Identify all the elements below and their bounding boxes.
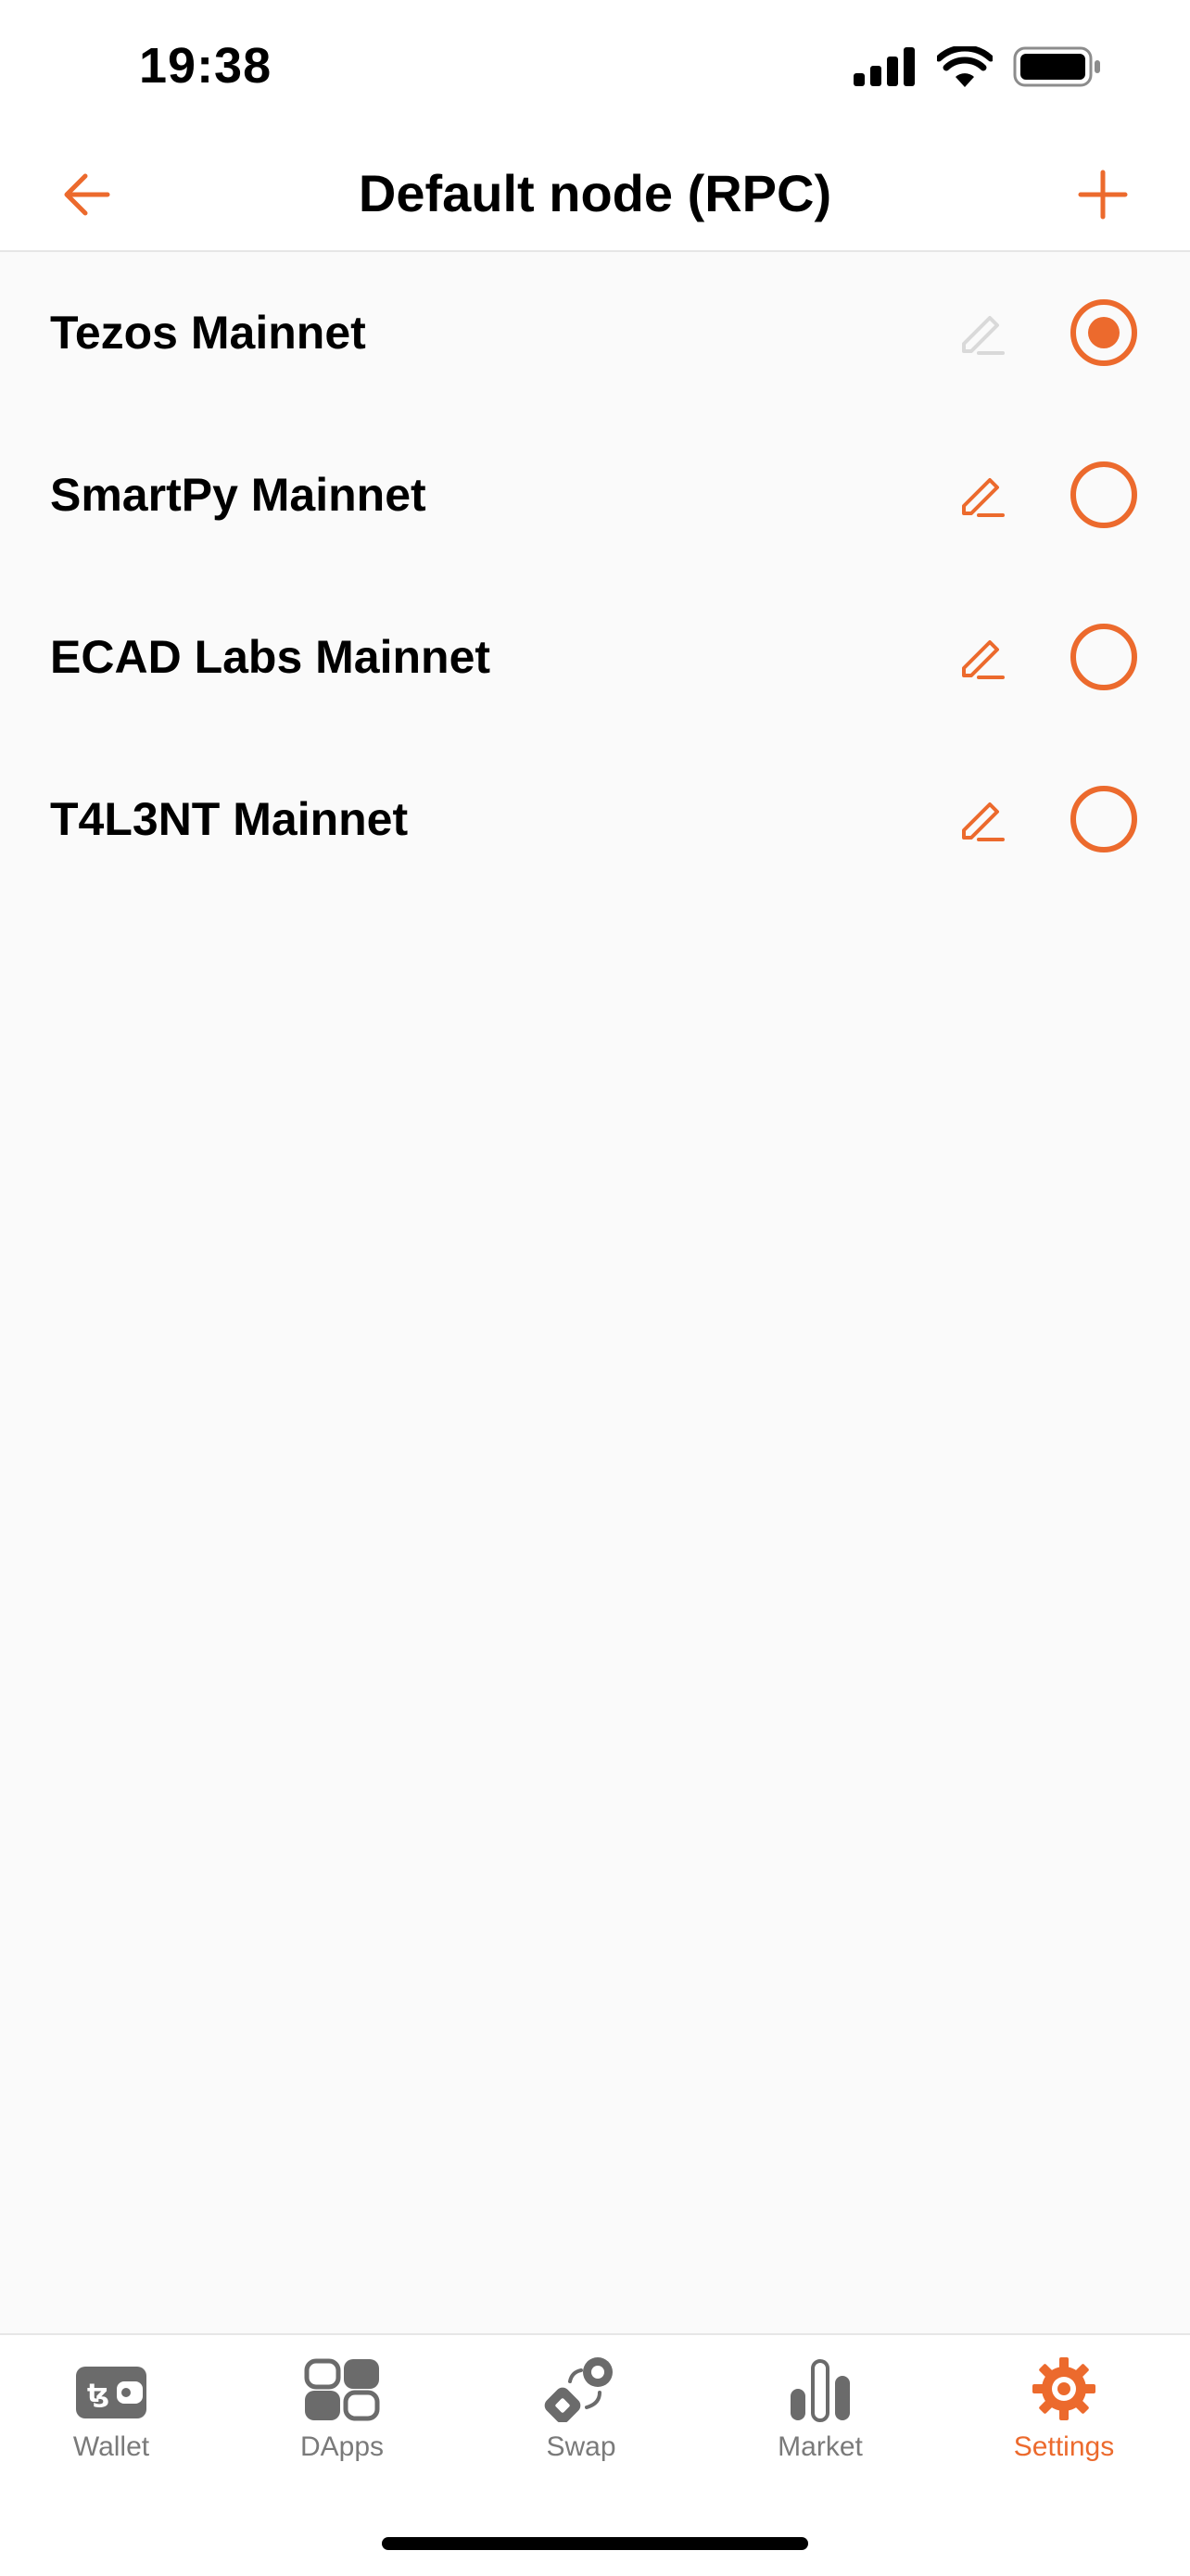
node-radio[interactable] (1070, 786, 1137, 852)
tab-label: DApps (299, 2431, 385, 2462)
pencil-icon (962, 640, 1005, 679)
tab-label: Wallet (72, 2431, 150, 2462)
add-node-button[interactable] (1073, 165, 1133, 224)
tab-label: Market (778, 2431, 863, 2462)
pencil-icon (962, 478, 1005, 517)
edit-node-button[interactable] (955, 467, 1010, 523)
dapps-grid-icon (304, 2358, 380, 2421)
plus-icon (1078, 170, 1128, 220)
gear-icon (1032, 2357, 1095, 2420)
tab-market[interactable]: Market (746, 2355, 894, 2463)
tab-dapps[interactable]: DApps (268, 2355, 416, 2463)
home-indicator (382, 2537, 808, 2550)
svg-text:ꜩ: ꜩ (87, 2378, 109, 2408)
wifi-icon (937, 46, 993, 87)
radio-selected-dot (1088, 317, 1120, 348)
node-radio[interactable] (1070, 624, 1137, 690)
node-label: SmartPy Mainnet (50, 469, 426, 521)
edit-node-button[interactable] (955, 791, 1010, 847)
wallet-icon: ꜩ (76, 2367, 146, 2418)
node-radio-selected[interactable] (1070, 299, 1137, 366)
node-row-ecad-labs-mainnet[interactable]: ECAD Labs Mainnet (0, 576, 1190, 739)
node-label: T4L3NT Mainnet (50, 793, 409, 845)
pencil-icon (962, 802, 1005, 841)
node-row-tezos-mainnet[interactable]: Tezos Mainnet (0, 252, 1190, 414)
edit-node-button (955, 305, 1010, 360)
tab-label: Settings (1013, 2431, 1115, 2462)
status-bar: 19:38 (0, 0, 1190, 139)
tab-settings[interactable]: Settings (990, 2355, 1138, 2463)
cellular-signal-icon (854, 47, 915, 86)
node-radio[interactable] (1070, 461, 1137, 528)
node-label: Tezos Mainnet (50, 307, 366, 359)
tab-swap[interactable]: Swap (507, 2355, 655, 2463)
header: Default node (RPC) (0, 139, 1190, 252)
market-bar-chart-icon (791, 2359, 850, 2422)
swap-icon (544, 2357, 613, 2422)
screen: 19:38 Default node (RPC) Tezos Mainnet S… (0, 0, 1190, 2576)
status-time: 19:38 (139, 38, 272, 94)
node-row-t4l3nt-mainnet[interactable]: T4L3NT Mainnet (0, 739, 1190, 901)
node-list: Tezos Mainnet SmartPy Mainnet ECAD Labs … (0, 252, 1190, 901)
node-row-smartpy-mainnet[interactable]: SmartPy Mainnet (0, 414, 1190, 576)
tab-wallet[interactable]: ꜩ Wallet (37, 2355, 185, 2463)
pencil-icon (962, 316, 1005, 355)
status-icons (854, 46, 1102, 87)
tab-label: Swap (546, 2431, 616, 2462)
page-title: Default node (RPC) (358, 164, 832, 222)
node-label: ECAD Labs Mainnet (50, 631, 491, 683)
battery-icon (1013, 46, 1100, 87)
edit-node-button[interactable] (955, 629, 1010, 685)
